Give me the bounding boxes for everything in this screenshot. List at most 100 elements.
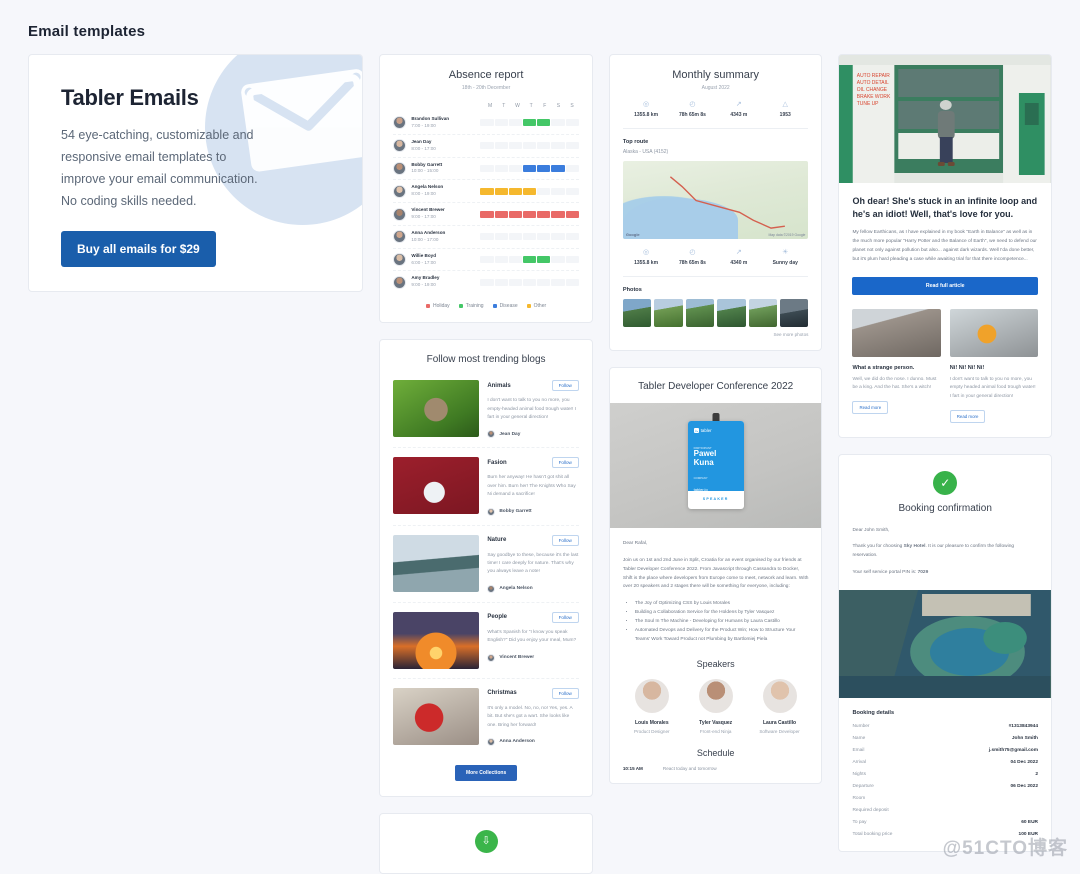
- sunset-photo[interactable]: [393, 612, 479, 669]
- booking-detail-value: 06 Dec 2022: [1011, 784, 1038, 789]
- summary-photo[interactable]: [654, 299, 682, 327]
- sub-article-image[interactable]: [950, 309, 1038, 357]
- monkey-photo[interactable]: [393, 380, 479, 437]
- follow-button[interactable]: Follow: [552, 535, 579, 546]
- avatar: [487, 654, 495, 662]
- absence-cell: [551, 188, 564, 195]
- route-map[interactable]: Google Map data ©2019 Google: [623, 161, 809, 239]
- absence-row[interactable]: Amy Bradley9:00 - 19:00: [393, 270, 579, 293]
- speaker: Louis MoralesProduct Designer: [623, 679, 681, 734]
- svg-text:OIL CHANGE: OIL CHANGE: [857, 87, 888, 93]
- absence-title: Absence report: [393, 69, 579, 81]
- read-more-button[interactable]: Read more: [950, 410, 986, 423]
- summary-photo[interactable]: [623, 299, 651, 327]
- avatar: [487, 585, 495, 593]
- absence-row[interactable]: Bobby Garrett10:00 - 15:00: [393, 157, 579, 180]
- badge-footer: SPEAKER: [688, 491, 744, 501]
- blog-author-name: Jean Day: [499, 432, 520, 437]
- follow-button[interactable]: Follow: [552, 457, 579, 468]
- thumb-up-icon: △: [762, 101, 808, 108]
- absence-cell: [523, 142, 536, 149]
- blog-author: Angela Nelson: [487, 585, 579, 593]
- booking-detail-key: Nights: [852, 772, 866, 777]
- blog-category: Nature: [487, 537, 506, 543]
- santa-photo[interactable]: [393, 688, 479, 745]
- see-more-photos-link[interactable]: See more photos: [623, 332, 809, 337]
- summary-subtitle: August 2022: [623, 85, 809, 91]
- blog-header: AnimalsFollow: [487, 380, 579, 391]
- summary-stat: ◴ 78h 65m 8s: [669, 101, 715, 118]
- download-icon[interactable]: ⇩: [475, 830, 498, 853]
- sun-icon: ☀: [762, 249, 808, 256]
- absence-row[interactable]: Jean Day8:00 - 17:00: [393, 134, 579, 157]
- absence-cell: [566, 188, 579, 195]
- absence-row[interactable]: Brandon Sullivan7:00 - 19:00: [393, 112, 579, 134]
- avatar: [393, 230, 406, 243]
- absence-row[interactable]: Vincent Brewer9:00 - 17:00: [393, 202, 579, 225]
- absence-cell: [523, 165, 536, 172]
- absence-row[interactable]: Willie Boyd6:00 - 17:00: [393, 248, 579, 271]
- read-more-button[interactable]: Read more: [852, 401, 888, 414]
- article-hero-image: AUTO REPAIR AUTO DETAIL OIL CHANGE BRAKE…: [839, 55, 1051, 183]
- summary-stat: ☀Sunny day: [762, 249, 808, 266]
- summary-photo[interactable]: [749, 299, 777, 327]
- absence-track: [480, 165, 579, 172]
- sub-article-image[interactable]: [852, 309, 940, 357]
- absence-person-hours: 8:00 - 17:00: [411, 146, 480, 153]
- clock-icon: ◴: [669, 101, 715, 108]
- trending-blogs-card: Follow most trending blogs AnimalsFollow…: [379, 339, 593, 797]
- absence-cell: [551, 211, 564, 218]
- legend-swatch: [459, 304, 463, 308]
- conference-body: Join us on 1st and 2nd June in Split, Cr…: [623, 557, 809, 592]
- absence-day-header: T: [524, 103, 538, 109]
- booking-detail-row: Total booking price100 EUR: [852, 829, 1038, 841]
- download-card: ⇩: [379, 813, 593, 874]
- absence-report-card: Absence report 18th - 20th December MTWT…: [379, 54, 593, 323]
- absence-row[interactable]: Angela Nelson8:00 - 19:00: [393, 179, 579, 202]
- legend-label: Training: [466, 303, 484, 309]
- booking-detail-key: Name: [852, 736, 865, 741]
- booking-detail-key: Arrival: [852, 760, 866, 765]
- summary-photo[interactable]: [686, 299, 714, 327]
- absence-day-header: T: [497, 103, 511, 109]
- legend-swatch: [527, 304, 531, 308]
- absence-person-hours: 6:00 - 17:00: [411, 260, 480, 267]
- map-credit: Map data ©2019 Google: [768, 233, 805, 237]
- more-collections-button[interactable]: More Collections: [455, 765, 517, 781]
- summary-photo[interactable]: [717, 299, 745, 327]
- booking-body-prefix: Thank you for choosing: [852, 544, 903, 549]
- absence-row[interactable]: Anna Anderson10:00 - 17:00: [393, 225, 579, 248]
- svg-text:AUTO DETAIL: AUTO DETAIL: [857, 80, 889, 86]
- absence-cell: [537, 165, 550, 172]
- absence-cell: [537, 279, 550, 286]
- absence-cell: [509, 256, 522, 263]
- follow-button[interactable]: Follow: [552, 688, 579, 699]
- fashion-photo[interactable]: [393, 457, 479, 514]
- read-full-article-button[interactable]: Read full article: [852, 277, 1038, 295]
- absence-cell: [566, 119, 579, 126]
- buy-all-emails-button[interactable]: Buy all emails for $29: [61, 231, 216, 267]
- follow-button[interactable]: Follow: [552, 380, 579, 391]
- absence-person-name: Willie Boyd: [411, 253, 480, 260]
- summary-stat-value: 78h 65m 8s: [669, 112, 715, 118]
- column-b: Absence report 18th - 20th December MTWT…: [379, 54, 593, 874]
- absence-day-header: S: [565, 103, 579, 109]
- follow-button[interactable]: Follow: [552, 612, 579, 623]
- absence-person-name: Anna Anderson: [411, 230, 480, 237]
- absence-track: [480, 256, 579, 263]
- booking-detail-row: Departure06 Dec 2022: [852, 781, 1038, 793]
- avatar: [393, 185, 406, 198]
- divider: [623, 128, 809, 129]
- absence-cell: [495, 211, 508, 218]
- summary-photo[interactable]: [780, 299, 808, 327]
- nature-photo[interactable]: [393, 535, 479, 592]
- absence-legend: HolidayTrainingDiseaseOther: [393, 303, 579, 309]
- blog-excerpt: Say goodbye to these, because it's the l…: [487, 552, 579, 577]
- absence-cell: [523, 211, 536, 218]
- booking-detail-value: 2: [1035, 772, 1038, 777]
- speaker-role: Software Developer: [751, 729, 809, 734]
- absence-cell: [523, 119, 536, 126]
- absence-day-header: W: [511, 103, 525, 109]
- svg-text:TUNE UP: TUNE UP: [857, 101, 879, 107]
- absence-cell: [566, 165, 579, 172]
